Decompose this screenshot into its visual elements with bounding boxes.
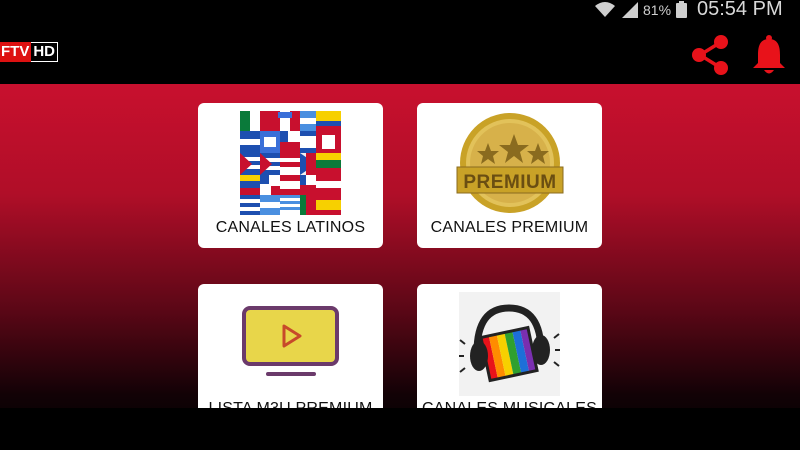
tv-play-icon (242, 306, 339, 376)
navigation-bar (0, 408, 800, 450)
card-label: CANALES PREMIUM (430, 219, 589, 236)
battery-icon (676, 1, 687, 18)
share-button[interactable] (688, 33, 732, 77)
headphones-rainbow-image (459, 292, 560, 396)
wifi-icon (595, 2, 615, 17)
content-area: CANALES LATINOS PREMIUM CANALES PREMIUM … (0, 84, 800, 450)
app-logo: FTV HD (0, 42, 59, 62)
app-bar (0, 20, 800, 84)
notifications-button[interactable] (748, 33, 790, 77)
status-bar: 81% 05:54 PM (0, 0, 800, 20)
premium-seal-text: PREMIUM (463, 172, 557, 193)
clock: 05:54 PM (697, 0, 783, 20)
share-icon (692, 35, 728, 75)
signal-icon (622, 2, 638, 18)
card-canales-latinos[interactable]: CANALES LATINOS (198, 103, 383, 248)
premium-seal-image (456, 113, 564, 213)
bell-icon (753, 35, 785, 74)
card-label: CANALES LATINOS (215, 219, 366, 236)
logo-ftv-text: FTV (0, 42, 32, 62)
logo-hd-text: HD (31, 42, 59, 62)
card-canales-premium[interactable]: PREMIUM CANALES PREMIUM (417, 103, 602, 248)
battery-percent: 81% (643, 2, 672, 18)
flags-collage-image (240, 111, 341, 215)
